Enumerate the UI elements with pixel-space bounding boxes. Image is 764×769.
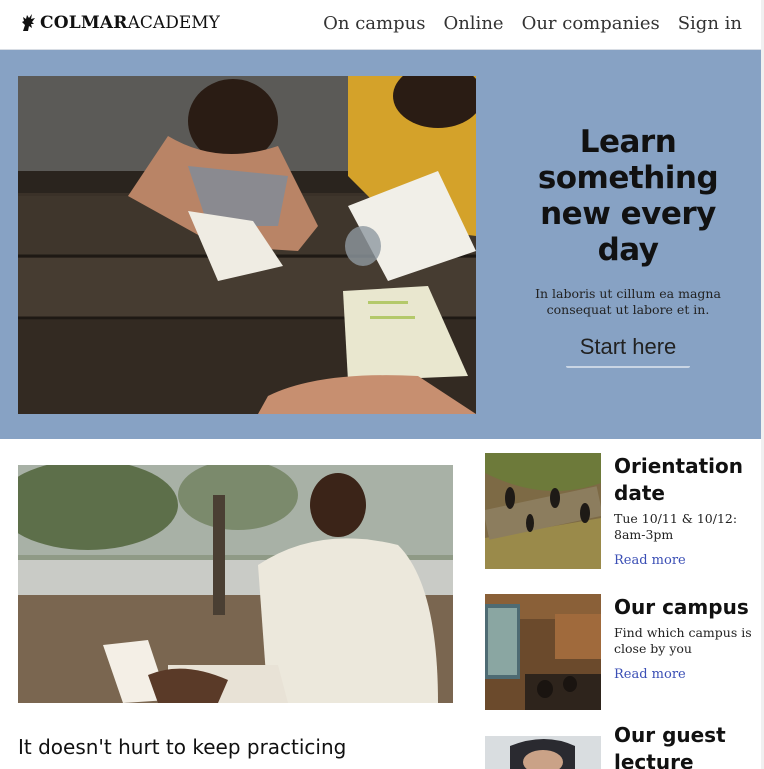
site-header: COLMAR ACADEMY On campus Online Our compa… bbox=[0, 0, 762, 50]
start-here-button[interactable]: Start here bbox=[565, 332, 691, 368]
logo-text-light: ACADEMY bbox=[127, 13, 220, 33]
card-body: Our campus Find which campus is close by… bbox=[614, 594, 764, 684]
card-image-guest-lecture bbox=[485, 736, 601, 769]
logo-text-bold: COLMAR bbox=[40, 13, 128, 33]
hero-title: Learn something new every day bbox=[494, 124, 762, 268]
article-title[interactable]: It doesn't hurt to keep practicing bbox=[18, 733, 458, 761]
hero-title-line-3: new every bbox=[540, 196, 716, 232]
card-campus: Our campus Find which campus is close by… bbox=[485, 594, 764, 710]
logo[interactable]: COLMAR ACADEMY bbox=[20, 12, 220, 34]
hero-banner: Learn something new every day In laboris… bbox=[0, 50, 762, 439]
card-text: Find which campus is close by you bbox=[614, 625, 752, 656]
hero-title-line-2: something bbox=[537, 160, 719, 196]
card-title[interactable]: Our campus bbox=[614, 594, 764, 621]
card-body: Our guest lecture bbox=[614, 722, 764, 769]
page: COLMAR ACADEMY On campus Online Our compa… bbox=[0, 0, 764, 769]
card-image-orientation bbox=[485, 453, 601, 569]
hero-title-line-1: Learn bbox=[579, 124, 677, 160]
hero-title-line-4: day bbox=[597, 232, 659, 268]
hero-image bbox=[18, 76, 476, 414]
card-title[interactable]: Our guest lecture bbox=[614, 722, 764, 769]
card-text: Tue 10/11 & 10/12: 8am-3pm bbox=[614, 511, 738, 542]
card-orientation: Orientation date Tue 10/11 & 10/12: 8am-… bbox=[485, 453, 764, 569]
card-body: Orientation date Tue 10/11 & 10/12: 8am-… bbox=[614, 453, 764, 570]
card-image-campus bbox=[485, 594, 601, 710]
card-guest-lecture: Our guest lecture bbox=[485, 722, 764, 769]
hero-subtitle: In laboris ut cillum ea magna consequat … bbox=[535, 286, 721, 317]
read-more-link[interactable]: Read more bbox=[614, 667, 686, 682]
nav-sign-in[interactable]: Sign in bbox=[678, 11, 742, 37]
main-nav: On campus Online Our companies Sign in bbox=[323, 11, 742, 37]
read-more-link[interactable]: Read more bbox=[614, 553, 686, 568]
nav-our-companies[interactable]: Our companies bbox=[522, 11, 660, 37]
card-title[interactable]: Orientation date bbox=[614, 453, 764, 507]
hero-copy: Learn something new every day In laboris… bbox=[494, 124, 762, 368]
griffin-icon bbox=[20, 13, 37, 33]
article-image bbox=[18, 465, 453, 703]
nav-online[interactable]: Online bbox=[443, 11, 503, 37]
nav-on-campus[interactable]: On campus bbox=[323, 11, 425, 37]
